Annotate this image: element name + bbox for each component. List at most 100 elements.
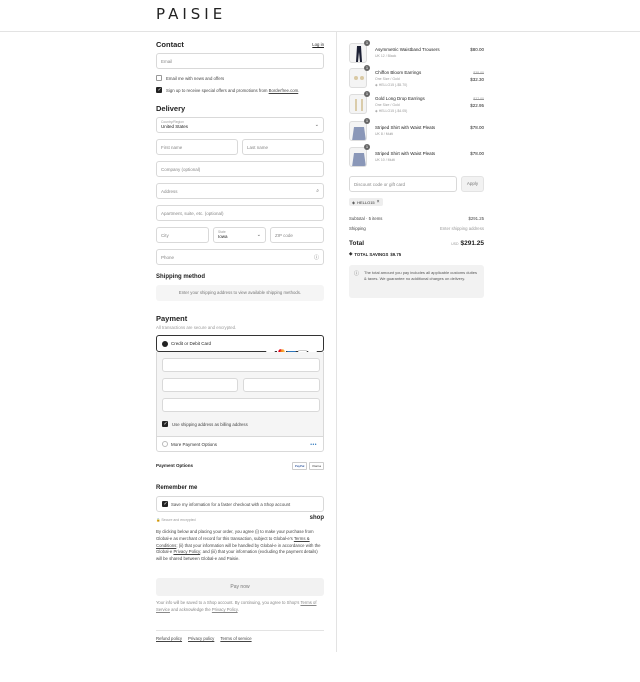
country-value: United States (161, 124, 189, 129)
phone-field[interactable]: Phone ⓘ (156, 249, 324, 265)
total-savings: ◈ TOTAL SAVINGS $9.75 (349, 251, 401, 257)
subtotal-label: Subtotal · 5 items (349, 216, 383, 221)
more-payment-label: More Payment Options (171, 442, 218, 447)
email-field[interactable]: Email (156, 53, 324, 69)
tag-icon: ◈ (375, 83, 378, 87)
item-variant: UK 12 / Black (375, 54, 397, 58)
discount-tag-code: HELLO15 (357, 199, 375, 205)
save-info-checkbox[interactable] (162, 501, 168, 507)
remember-title: Remember me (156, 485, 198, 491)
card-cvv-field[interactable] (243, 378, 320, 392)
duties-text: The total amount you pay includes all ap… (364, 270, 477, 281)
country-select[interactable]: Country/Region United States ⌄ (156, 117, 324, 133)
terms-of-service-link[interactable]: Terms of service (220, 636, 251, 641)
zip-field[interactable]: ZIP code (270, 227, 324, 243)
card-form: Use shipping address as billing address (156, 352, 324, 436)
total-label: Total (349, 240, 365, 247)
company-field[interactable]: Company (optional) (156, 161, 324, 177)
item-variant: One Size / Gold (375, 103, 400, 107)
total-value: $291.25 (460, 240, 485, 247)
more-payment-radio[interactable] (162, 441, 168, 447)
card-number-field[interactable] (162, 358, 320, 372)
billing-checkbox[interactable] (162, 421, 168, 427)
item-name: Gold Long Drop Earrings (375, 96, 425, 101)
legal-text: By clicking below and placing your order… (156, 529, 321, 562)
contact-title: Contact (156, 40, 184, 49)
phone-placeholder: Phone (161, 254, 175, 260)
quantity-badge: 1 (364, 91, 370, 97)
total-currency: USD (451, 242, 459, 246)
tag-icon: ◈ (375, 109, 378, 113)
brand-logo[interactable]: PAISIE (156, 5, 226, 23)
payment-title: Payment (156, 314, 188, 323)
borderfree-link[interactable]: Borderfree.com (269, 88, 299, 93)
item-discount: ◈ HELLO15 (-$5.70) (375, 83, 408, 87)
product-image (349, 121, 367, 141)
card-radio[interactable] (162, 341, 168, 347)
shop-note: Your info will be saved to a Shop accoun… (156, 600, 317, 612)
address-field[interactable]: Address ⌕ (156, 183, 324, 199)
news-label: Email me with news and offers (166, 76, 225, 81)
header: PAISIE (0, 0, 640, 32)
item-name: Striped Shirt with Waist Pleats (375, 151, 436, 156)
lock-icon: 🔒 (156, 518, 161, 522)
shipping-label: Shipping (349, 226, 366, 231)
delivery-title: Delivery (156, 104, 186, 113)
card-name-field[interactable] (162, 398, 320, 412)
item-name: Asymmetric Waistband Trousers (375, 47, 440, 52)
quantity-badge: 1 (364, 144, 370, 150)
item-variant: UK 8 / Multi (375, 132, 394, 136)
quantity-badge: 1 (364, 65, 370, 71)
privacy-policy-link[interactable]: Privacy policy (188, 636, 214, 641)
save-info-label: Save my information for a faster checkou… (171, 502, 291, 507)
chevron-down-icon: ⌄ (314, 122, 319, 128)
product-image (349, 94, 367, 114)
pay-now-button[interactable]: Pay now (156, 578, 324, 596)
more-payment-option[interactable]: More Payment Options ••• (156, 436, 324, 452)
quantity-badge: 1 (364, 118, 370, 124)
search-icon: ⌕ (316, 188, 319, 194)
info-icon: ⓘ (354, 271, 360, 277)
last-name-field[interactable]: Last name (242, 139, 324, 155)
item-price: $78.00 (470, 151, 484, 156)
refund-policy-link[interactable]: Refund policy (156, 636, 182, 641)
login-link[interactable]: Log in (312, 42, 324, 47)
product-image (349, 68, 367, 88)
quantity-badge: 1 (364, 40, 370, 46)
more-dots-icon: ••• (310, 442, 317, 448)
shipping-method-message: Enter your shipping address to view avai… (156, 285, 324, 301)
shop-privacy-link[interactable]: Privacy Policy (212, 607, 238, 612)
card-option[interactable]: Credit or Debit Card VISAAMEXDC+1 (156, 335, 324, 356)
address-placeholder: Address (161, 188, 178, 194)
news-checkbox[interactable] (156, 75, 162, 81)
privacy-link[interactable]: Privacy Policy (173, 549, 200, 554)
item-name: Chiffon Bloom Earrings (375, 70, 422, 75)
item-price: $22.95 (470, 103, 484, 108)
save-info-option[interactable]: Save my information for a faster checkou… (156, 496, 324, 512)
city-field[interactable]: City (156, 227, 209, 243)
product-image (349, 43, 367, 63)
payment-options-title: Payment Options (156, 463, 194, 468)
discount-code-field[interactable]: Discount code or gift card (349, 176, 457, 192)
remove-discount-icon[interactable]: × (377, 199, 380, 205)
item-name: Striped Shirt with Waist Pleats (375, 125, 436, 130)
klarna-badge: Klarna (309, 462, 324, 470)
shop-logo: shop (309, 515, 324, 521)
item-variant: UK 10 / Multi (375, 158, 396, 162)
special-offers-checkbox[interactable] (156, 87, 162, 93)
first-name-field[interactable]: First name (156, 139, 238, 155)
apartment-field[interactable]: Apartment, suite, etc. (optional) (156, 205, 324, 221)
secure-note: 🔒 Secure and encrypted (156, 518, 196, 522)
subtotal-value: $291.25 (468, 216, 484, 221)
special-offers-label: Sign up to receive special offers and pr… (166, 88, 300, 93)
item-old-price: $38.00 (473, 71, 484, 75)
footer-links: Refund policy Privacy policy Terms of se… (156, 636, 252, 641)
item-price: $80.00 (470, 47, 484, 52)
help-icon[interactable]: ⓘ (314, 254, 319, 261)
tag-icon: ◈ (349, 251, 353, 256)
shipping-title: Shipping method (156, 274, 205, 280)
card-option-label: Credit or Debit Card (171, 341, 212, 346)
card-expiry-field[interactable] (162, 378, 238, 392)
state-select[interactable]: State Iowa ⌄ (213, 227, 266, 243)
apply-button[interactable]: Apply (461, 176, 484, 192)
